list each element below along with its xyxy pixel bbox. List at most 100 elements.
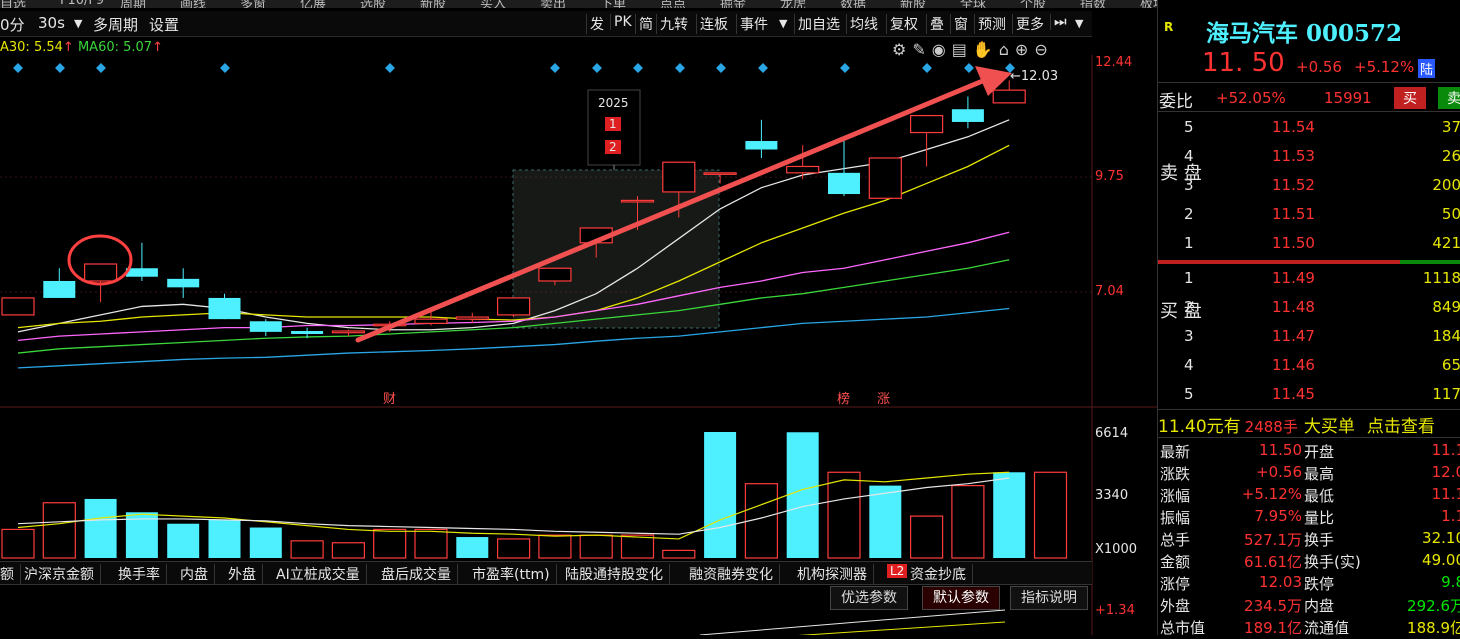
bid-row[interactable]: 4 11.46 65 — [1158, 352, 1460, 381]
top-menu-item[interactable]: 自选 — [0, 0, 26, 8]
top-menu-item[interactable]: 卖出 — [540, 0, 566, 8]
default-params-button[interactable]: 默认参数 — [922, 586, 1000, 610]
limit-up-marker[interactable]: 涨 — [877, 388, 890, 407]
l2-badge: L2 — [887, 564, 908, 578]
top-menu-item[interactable]: 选股 — [360, 0, 386, 8]
tab-pe-ttm[interactable]: 市盈率(ttm) — [472, 564, 557, 584]
tab-after-hours-volume[interactable]: 盘后成交量 — [381, 564, 458, 584]
chevron-down-icon[interactable]: ▼ — [1075, 17, 1083, 30]
top-menu-item[interactable]: 新股 — [900, 0, 926, 8]
candle-body — [291, 331, 324, 334]
expand-icon[interactable]: ⏭ — [1050, 14, 1067, 30]
volume-bar — [84, 498, 117, 558]
settings-tab[interactable]: 设置 — [149, 14, 179, 35]
top-menu-item[interactable]: 龙虎 — [780, 0, 806, 8]
ask-row[interactable]: 3 11.52 200 — [1158, 172, 1460, 201]
buy-button[interactable]: 买 — [1394, 87, 1426, 109]
tab-ai-volume[interactable]: AI立桩成交量 — [276, 564, 367, 584]
tab-outer[interactable]: 外盘 — [228, 564, 263, 584]
top-menu-item[interactable]: 周期 — [120, 0, 146, 8]
tab-amount[interactable]: 额 — [0, 564, 21, 584]
top-menu-item[interactable]: 掘金 — [720, 0, 746, 8]
fa-button[interactable]: 发 — [586, 14, 604, 34]
jiuzhuan-button[interactable]: 九转 — [656, 14, 688, 34]
sell-button[interactable]: 卖 — [1438, 87, 1460, 109]
top-menu-item[interactable]: 买入 — [480, 0, 506, 8]
overlay-button[interactable]: 叠 — [926, 14, 944, 34]
ask-row[interactable]: 1 11.50 421 — [1158, 230, 1460, 259]
window-button[interactable]: 窗 — [950, 14, 968, 34]
weibi-volume: 15991 — [1324, 89, 1372, 107]
big-order-banner[interactable]: 11.40元有 2488手 大买单 点击查看 — [1158, 412, 1460, 437]
top-menu-item[interactable]: 亿展 — [300, 0, 326, 8]
chevron-down-icon[interactable]: ▼ — [74, 17, 82, 30]
tab-hk-connect[interactable]: 陆股通持股变化 — [565, 564, 670, 584]
tab-margin[interactable]: 融资融券变化 — [689, 564, 780, 584]
bid-row[interactable]: 1 11.49 1118 — [1158, 265, 1460, 294]
top-menu-item[interactable]: 点点 — [660, 0, 686, 8]
top-menu-item[interactable]: 指数 — [1080, 0, 1106, 8]
volume-bar — [497, 538, 531, 559]
period-30s-tab[interactable]: 30s — [38, 14, 65, 32]
bid-row[interactable]: 5 11.45 117 — [1158, 381, 1460, 410]
ask-row[interactable]: 4 11.53 26 — [1158, 143, 1460, 172]
top-menu-item[interactable]: 全球 — [960, 0, 986, 8]
top-menu-item[interactable]: 多窗 — [240, 0, 266, 8]
volume-bar — [993, 472, 1026, 558]
top-menu-item[interactable]: F10/F9 — [60, 0, 104, 8]
event-diamond — [550, 63, 560, 73]
top-menu-item[interactable]: 画线 — [180, 0, 206, 8]
tab-fund-bottom[interactable]: 资金抄底 — [910, 564, 973, 584]
volume-bar — [786, 432, 819, 558]
forecast-button[interactable]: 预测 — [974, 14, 1006, 34]
event-diamond — [385, 63, 395, 73]
ask-row[interactable]: 2 11.51 50 — [1158, 201, 1460, 230]
finance-marker[interactable]: 财 — [383, 388, 396, 407]
ma-button[interactable]: 均线 — [846, 14, 878, 34]
volume-unit-label: X1000 — [1095, 542, 1137, 557]
kline-chart[interactable] — [0, 55, 1157, 635]
lianban-button[interactable]: 连板 — [696, 14, 728, 34]
indicator-help-button[interactable]: 指标说明 — [1010, 586, 1088, 610]
top-menu-item[interactable]: 新股 — [420, 0, 446, 8]
events-button[interactable]: 事件 — [736, 14, 768, 34]
jian-button[interactable]: 简 — [635, 14, 653, 34]
multi-period-tab[interactable]: 多周期 — [93, 14, 138, 35]
more-button[interactable]: 更多 — [1012, 14, 1044, 34]
volume-bar — [579, 534, 613, 559]
candle-body — [620, 199, 655, 203]
tab-shsz-amount[interactable]: 沪深京金额 — [24, 564, 101, 584]
tab-institution-detector[interactable]: 机构探测器 — [797, 564, 874, 584]
price-change-pct: +5.12% — [1354, 58, 1415, 76]
event-diamond — [633, 63, 643, 73]
candle-body — [909, 114, 944, 134]
period-1min-tab[interactable]: 0分 — [0, 14, 25, 35]
event-item-1[interactable]: 1 — [605, 117, 621, 131]
candle-body — [662, 161, 696, 193]
top-menu-item[interactable]: 个股 — [1020, 0, 1046, 8]
adjust-button[interactable]: 复权 — [886, 14, 918, 34]
event-diamond — [840, 63, 850, 73]
pk-button[interactable]: PK — [610, 14, 632, 30]
candle-body — [83, 263, 118, 282]
stat-row: 涨幅+5.12%最低11.1 — [1160, 485, 1460, 505]
top-menu-item[interactable]: 数据 — [840, 0, 866, 8]
add-watchlist-button[interactable]: 加自选 — [794, 14, 840, 34]
candle-body — [455, 316, 489, 320]
ask-row[interactable]: 5 11.54 37 — [1158, 114, 1460, 143]
bid-row[interactable]: 2 11.48 849 — [1158, 294, 1460, 323]
optimal-params-button[interactable]: 优选参数 — [830, 586, 908, 610]
bid-row[interactable]: 3 11.47 184 — [1158, 323, 1460, 352]
candle-body — [208, 297, 241, 320]
event-item-2[interactable]: 2 — [605, 140, 621, 154]
weibi-value: +52.05% — [1216, 89, 1286, 107]
candle-body — [249, 321, 282, 332]
top-menu-item[interactable]: 下单 — [600, 0, 626, 8]
event-diamond — [675, 63, 685, 73]
list-marker[interactable]: 榜 — [837, 388, 850, 407]
tab-inner[interactable]: 内盘 — [180, 564, 215, 584]
stat-row: 外盘 234.5万 内盘 292.6万 — [1160, 597, 1460, 615]
chevron-down-icon[interactable]: ▼ — [779, 17, 787, 30]
tab-turnover[interactable]: 换手率 — [118, 564, 167, 584]
volume-bar — [1033, 471, 1068, 559]
